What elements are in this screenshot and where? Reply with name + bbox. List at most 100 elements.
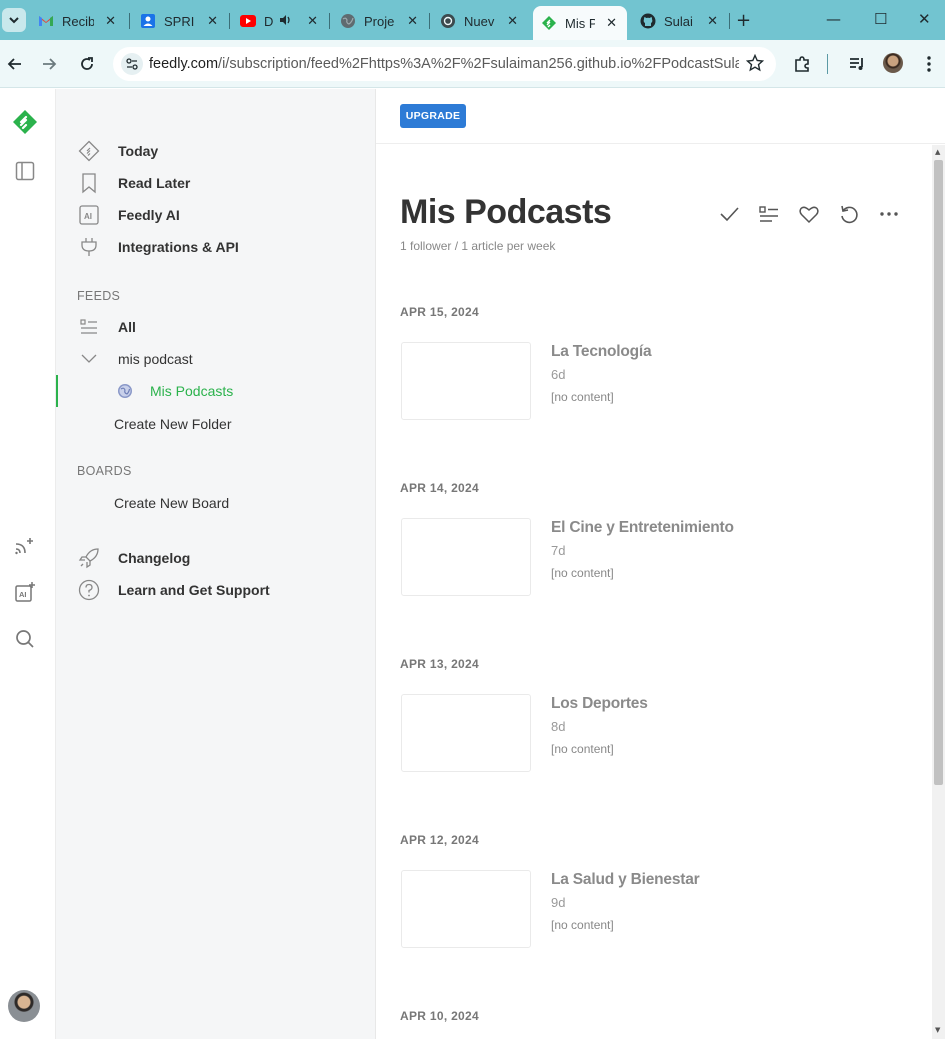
tab-search-button[interactable] xyxy=(2,8,26,32)
minimize-button[interactable]: — xyxy=(826,10,841,28)
sidebar-item-changelog[interactable]: Changelog xyxy=(78,546,190,570)
ai-icon: AI xyxy=(78,204,100,226)
scroll-down-arrow[interactable]: ▼ xyxy=(935,1026,940,1034)
mark-as-read-button[interactable] xyxy=(716,201,742,227)
contacts-icon xyxy=(140,13,156,29)
refresh-button[interactable] xyxy=(836,201,862,227)
svg-text:AI: AI xyxy=(19,590,27,599)
chevron-down-icon[interactable] xyxy=(78,348,100,370)
bookmark-star-icon[interactable] xyxy=(745,53,765,77)
reload-icon xyxy=(81,57,93,70)
feed-label: Mis Podcasts xyxy=(150,383,234,399)
create-board-link[interactable]: Create New Board xyxy=(114,495,229,511)
article-summary: [no content] xyxy=(551,742,614,756)
toolbar-divider xyxy=(827,54,828,74)
upgrade-button[interactable]: UPGRADE xyxy=(400,104,466,128)
article-title[interactable]: La Tecnología xyxy=(551,343,652,361)
tab-github[interactable]: Sulai ✕ xyxy=(640,6,728,36)
back-button[interactable] xyxy=(3,52,27,76)
article-title[interactable]: El Cine y Entretenimiento xyxy=(551,519,734,537)
search-icon[interactable] xyxy=(12,626,38,652)
article-thumbnail[interactable] xyxy=(401,342,531,420)
close-window-button[interactable]: ✕ xyxy=(918,10,931,28)
plug-icon xyxy=(78,236,100,258)
globe-icon xyxy=(340,13,356,29)
tab-gmail[interactable]: Recib ✕ xyxy=(38,6,126,36)
address-bar[interactable]: feedly.com/i/subscription/feed%2Fhttps%3… xyxy=(113,47,776,81)
tab-youtube[interactable]: D ✕ xyxy=(240,6,328,36)
date-header: APR 15, 2024 xyxy=(400,305,479,319)
tab-project[interactable]: Proje ✕ xyxy=(340,6,428,36)
chrome-icon xyxy=(440,13,456,29)
close-icon[interactable]: ✕ xyxy=(407,14,418,29)
layout-button[interactable] xyxy=(756,201,782,227)
speaker-icon[interactable] xyxy=(278,13,292,30)
arrow-left-icon xyxy=(7,58,21,70)
maximize-button[interactable]: ☐ xyxy=(874,10,887,28)
sidebar-item-all[interactable]: All xyxy=(78,315,136,339)
page-title: Mis Podcasts xyxy=(400,193,612,231)
article-thumbnail[interactable] xyxy=(401,870,531,948)
url-text[interactable]: feedly.com/i/subscription/feed%2Fhttps%3… xyxy=(149,56,739,72)
youtube-icon xyxy=(240,13,256,29)
sidebar-item-label: Integrations & API xyxy=(118,239,239,255)
browser-tab-strip: Recib ✕ SPRI ✕ D ✕ Proje ✕ Nuev ✕ Mis P … xyxy=(0,0,945,40)
tab-title: D xyxy=(264,13,274,29)
media-control-button[interactable] xyxy=(845,52,869,76)
active-indicator xyxy=(56,375,58,407)
more-options-button[interactable] xyxy=(876,201,902,227)
tab-new[interactable]: Nuev ✕ xyxy=(440,6,528,36)
sidebar-item-label: Changelog xyxy=(118,550,191,566)
new-tab-button[interactable]: + xyxy=(736,10,751,31)
tab-divider xyxy=(429,13,430,29)
sidebar-item-label: Read Later xyxy=(118,175,191,191)
article-title[interactable]: La Salud y Bienestar xyxy=(551,871,700,889)
reload-button[interactable] xyxy=(75,52,99,76)
bookmark-icon xyxy=(78,172,100,194)
date-header: APR 12, 2024 xyxy=(400,833,479,847)
close-icon[interactable]: ✕ xyxy=(207,14,218,29)
chevron-down-icon xyxy=(9,17,19,24)
close-icon[interactable]: ✕ xyxy=(707,14,718,29)
close-icon[interactable]: ✕ xyxy=(105,14,116,29)
article-age: 9d xyxy=(551,895,566,910)
close-icon[interactable]: ✕ xyxy=(307,14,318,29)
tab-feedly-active[interactable]: Mis P ✕ xyxy=(533,6,627,40)
article-summary: [no content] xyxy=(551,566,614,580)
add-feed-icon[interactable] xyxy=(12,533,38,559)
profile-avatar[interactable] xyxy=(883,53,903,73)
sidebar-item-read-later[interactable]: Read Later xyxy=(78,171,190,195)
url-host: feedly.com xyxy=(149,56,219,72)
site-settings-icon[interactable] xyxy=(121,53,143,75)
article-thumbnail[interactable] xyxy=(401,518,531,596)
article-thumbnail[interactable] xyxy=(401,694,531,772)
article-title[interactable]: Los Deportes xyxy=(551,695,648,713)
scrollbar-thumb[interactable] xyxy=(934,160,943,785)
sidebar: Today Read Later AI Feedly AI Integratio… xyxy=(56,89,376,1039)
github-icon xyxy=(640,13,656,29)
sidebar-folder-mis-podcast[interactable]: mis podcast xyxy=(78,347,193,371)
browser-menu-button[interactable] xyxy=(917,52,941,76)
follow-button[interactable] xyxy=(796,201,822,227)
scroll-up-arrow[interactable]: ▲ xyxy=(935,148,940,156)
main-topbar: UPGRADE xyxy=(376,89,945,144)
user-avatar[interactable] xyxy=(8,990,40,1022)
close-icon[interactable]: ✕ xyxy=(507,14,518,29)
tab-contacts[interactable]: SPRI ✕ xyxy=(140,6,228,36)
gmail-icon xyxy=(38,13,54,29)
feedly-logo-icon[interactable] xyxy=(12,109,38,135)
extensions-button[interactable] xyxy=(790,52,814,76)
add-ai-feed-icon[interactable]: AI xyxy=(12,579,38,605)
sidebar-item-feedly-ai[interactable]: AI Feedly AI xyxy=(78,203,180,227)
sidebar-item-integrations[interactable]: Integrations & API xyxy=(78,235,239,259)
create-folder-link[interactable]: Create New Folder xyxy=(114,416,232,432)
sidebar-item-today[interactable]: Today xyxy=(78,139,158,163)
svg-text:AI: AI xyxy=(84,212,92,221)
toggle-sidebar-icon[interactable] xyxy=(12,158,38,184)
feed-meta: 1 follower / 1 article per week xyxy=(400,239,556,253)
sidebar-feed-mis-podcasts[interactable]: Mis Podcasts xyxy=(114,379,233,403)
sidebar-item-support[interactable]: Learn and Get Support xyxy=(78,578,270,602)
close-icon[interactable]: ✕ xyxy=(606,16,617,31)
tab-divider xyxy=(329,13,330,29)
forward-button[interactable] xyxy=(37,52,61,76)
